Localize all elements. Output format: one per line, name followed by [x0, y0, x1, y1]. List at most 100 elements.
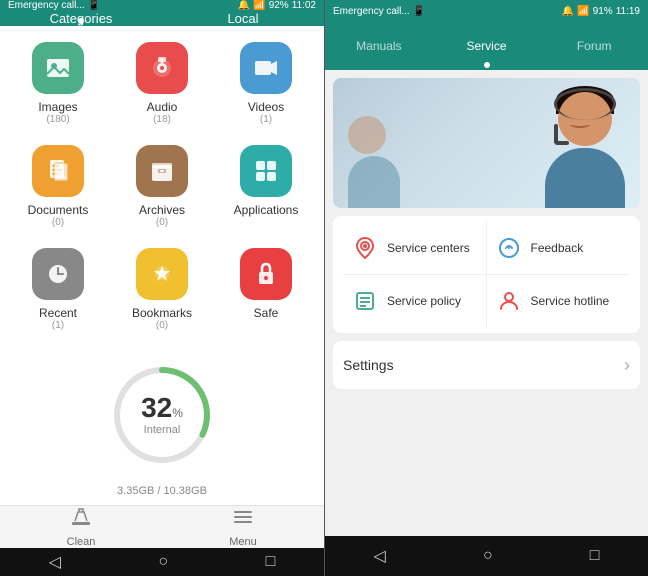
back-button-right[interactable]: ◁ [358, 542, 402, 570]
status-right-right: 🔔 📶 91% 11:19 [562, 6, 640, 17]
recent-icon [32, 248, 84, 300]
gauge-percent: 32 [141, 392, 172, 423]
audio-count: (18) [153, 114, 171, 125]
signal-icon: 🔔 [238, 0, 250, 11]
menu-icon [232, 506, 254, 534]
sim-icon: 📱 [88, 0, 100, 11]
top-nav-left: Categories Local [0, 11, 324, 26]
service-hotline-label: Service hotline [531, 294, 610, 308]
back-button-left[interactable]: ◁ [33, 548, 77, 576]
grid-item-documents[interactable]: Documents (0) [6, 135, 110, 238]
grid-item-applications[interactable]: Applications [214, 135, 318, 238]
bookmarks-count: (0) [156, 320, 168, 331]
grid-item-images[interactable]: Images (180) [6, 32, 110, 135]
left-panel: Emergency call... 📱 🔔 📶 92% 11:02 Catego… [0, 0, 324, 576]
battery-right: 91% [593, 6, 613, 17]
images-icon [32, 42, 84, 94]
service-content: Service centers Feedback Service policy [325, 70, 648, 536]
time-right: 11:19 [616, 6, 640, 17]
audio-label: Audio [147, 100, 178, 114]
safe-label: Safe [254, 306, 279, 320]
service-policy-icon [351, 287, 379, 315]
documents-icon [32, 145, 84, 197]
bookmarks-icon [136, 248, 188, 300]
service-hotline-icon [495, 287, 523, 315]
status-bar-left: Emergency call... 📱 🔔 📶 92% 11:02 [0, 0, 324, 11]
service-policy-item[interactable]: Service policy [343, 275, 487, 327]
applications-icon [240, 145, 292, 197]
images-count: (180) [46, 114, 69, 125]
storage-section: 32% Internal 3.35GB / 10.38GB [0, 347, 324, 505]
tab-local-label: Local [227, 11, 258, 26]
tab-service[interactable]: Service [433, 22, 541, 70]
top-nav-right: Manuals Service Forum [325, 22, 648, 70]
tab-manuals[interactable]: Manuals [325, 22, 433, 70]
status-bar-right: Emergency call... 📱 🔔 📶 91% 11:19 [325, 0, 648, 22]
tab-forum[interactable]: Forum [540, 22, 648, 70]
documents-count: (0) [52, 217, 64, 228]
tab-categories[interactable]: Categories [0, 11, 162, 26]
safe-icon [240, 248, 292, 300]
storage-info: 3.35GB / 10.38GB [117, 485, 207, 497]
videos-count: (1) [260, 114, 272, 125]
videos-icon [240, 42, 292, 94]
grid-item-videos[interactable]: Videos (1) [214, 32, 318, 135]
home-button-right[interactable]: ○ [467, 543, 509, 569]
person2-figure [348, 116, 400, 208]
tab-local[interactable]: Local [162, 11, 324, 26]
grid-item-bookmarks[interactable]: Bookmarks (0) [110, 238, 214, 341]
person1-figure [540, 78, 630, 208]
time-left: 11:02 [292, 0, 316, 11]
grid-item-audio[interactable]: Audio (18) [110, 32, 214, 135]
signal-icon-right: 🔔 [562, 6, 574, 17]
archives-label: Archives [139, 203, 185, 217]
tab-categories-label: Categories [50, 11, 113, 26]
recent-button-right[interactable]: □ [574, 543, 616, 569]
clean-button[interactable]: Clean [0, 506, 162, 548]
right-panel: Emergency call... 📱 🔔 📶 91% 11:19 Manual… [325, 0, 648, 576]
recent-button-left[interactable]: □ [250, 549, 292, 575]
tab-forum-label: Forum [577, 39, 612, 53]
status-right-left: Emergency call... 📱 [333, 6, 425, 17]
grid-item-safe[interactable]: Safe [214, 238, 318, 341]
feedback-icon [495, 234, 523, 262]
service-centers-item[interactable]: Service centers [343, 222, 487, 275]
status-left: Emergency call... 📱 [8, 0, 100, 11]
service-policy-label: Service policy [387, 294, 461, 308]
settings-item[interactable]: Settings › [333, 341, 640, 389]
applications-label: Applications [234, 203, 299, 217]
wifi-icon: 📶 [253, 0, 265, 11]
bookmarks-label: Bookmarks [132, 306, 192, 320]
images-label: Images [38, 100, 77, 114]
battery-left: 92% [269, 0, 289, 11]
bottom-nav: Clean Menu [0, 505, 324, 548]
gauge-label: Internal [141, 424, 183, 436]
feedback-item[interactable]: Feedback [487, 222, 631, 275]
sim-icon-right: 📱 [412, 6, 424, 17]
settings-chevron: › [624, 355, 630, 376]
grid-item-archives[interactable]: Archives (0) [110, 135, 214, 238]
grid-item-recent[interactable]: Recent (1) [6, 238, 110, 341]
archives-count: (0) [156, 217, 168, 228]
home-button-left[interactable]: ○ [142, 549, 184, 575]
service-grid: Service centers Feedback Service policy [343, 222, 630, 327]
archives-icon [136, 145, 188, 197]
tab-manuals-label: Manuals [356, 39, 401, 53]
tab-service-label: Service [467, 39, 507, 53]
emergency-call-right: Emergency call... [333, 6, 410, 17]
emergency-call-left: Emergency call... [8, 0, 85, 11]
wifi-icon-right: 📶 [577, 6, 589, 17]
sys-nav-right: ◁ ○ □ [325, 536, 648, 576]
service-hotline-item[interactable]: Service hotline [487, 275, 631, 327]
settings-label: Settings [343, 357, 394, 373]
videos-label: Videos [248, 100, 284, 114]
feedback-label: Feedback [531, 241, 584, 255]
clean-label: Clean [67, 536, 96, 548]
service-centers-icon [351, 234, 379, 262]
file-grid: Images (180) Audio (18) Videos (1) Docum… [0, 26, 324, 347]
storage-gauge: 32% Internal [102, 355, 222, 475]
gauge-unit: % [172, 406, 183, 420]
service-centers-label: Service centers [387, 241, 470, 255]
menu-button[interactable]: Menu [162, 506, 324, 548]
recent-label: Recent [39, 306, 77, 320]
